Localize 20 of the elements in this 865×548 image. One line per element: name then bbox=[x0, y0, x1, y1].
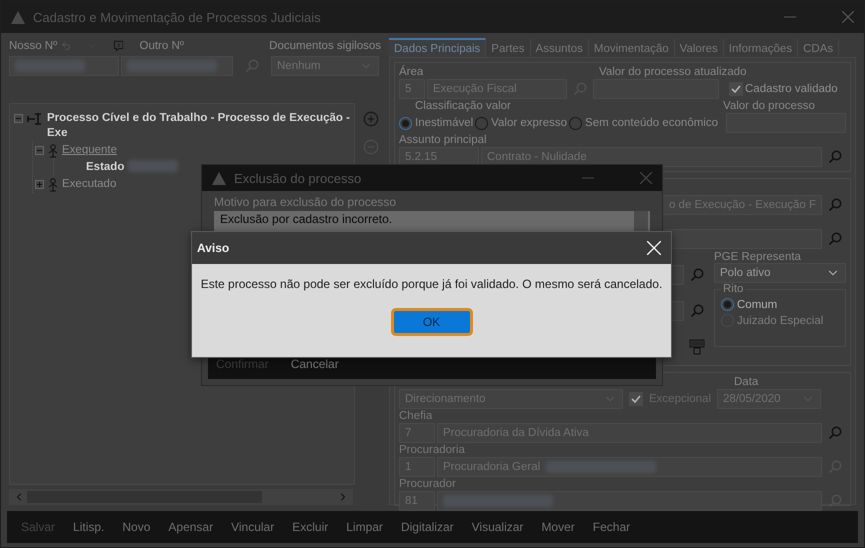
field-label: Documentos sigilosos bbox=[269, 40, 381, 52]
checkbox-label: Cadastro validado bbox=[745, 83, 838, 95]
field-label: Data bbox=[734, 376, 760, 388]
field-label: Valor do processo bbox=[723, 100, 815, 112]
field-label: PGE Representa bbox=[714, 251, 802, 263]
dialog-title: Aviso bbox=[197, 241, 230, 255]
window-title: Cadastro e Movimentação de Processos Judiciais bbox=[33, 10, 321, 24]
field-label: Nosso Nº bbox=[9, 40, 58, 52]
field-label: Assunto principal bbox=[399, 134, 487, 146]
field-label: Outro Nº bbox=[140, 40, 185, 52]
field-label: Chefia bbox=[399, 410, 432, 422]
group-label: Rito bbox=[721, 283, 746, 295]
dialog-title: Exclusão do processo bbox=[234, 170, 362, 186]
field-label: Área bbox=[399, 66, 424, 78]
field-label: Procurador bbox=[399, 478, 456, 490]
field-label: Procuradoria bbox=[399, 444, 465, 456]
field-label: Motivo para exclusão do processo bbox=[214, 195, 398, 209]
field-label: Valor do processo atualizado bbox=[599, 66, 746, 78]
alert-message: Este processo não pode ser excluído porque já foi validado. O mesmo será cancelado. bbox=[200, 277, 662, 291]
group-label: Classificação valor bbox=[414, 100, 512, 112]
